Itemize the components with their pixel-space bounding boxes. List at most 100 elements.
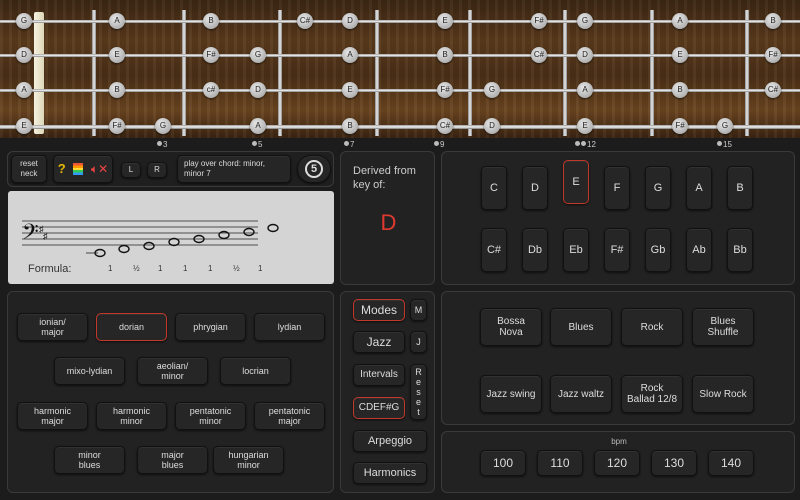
fretboard-note[interactable]: F# [203, 47, 219, 63]
scale-button[interactable]: dorian [96, 313, 167, 341]
jazz-button[interactable]: Jazz [353, 331, 405, 353]
scale-button[interactable]: pentatonic major [254, 402, 325, 430]
rhythm-button[interactable]: Rock Ballad 12/8 [621, 375, 683, 413]
reset-neck-button[interactable]: reset neck [11, 155, 47, 183]
fretboard-note[interactable]: A [16, 82, 32, 98]
bpm-button-140[interactable]: 140 [708, 450, 754, 476]
key-button-Csharp[interactable]: C# [481, 228, 507, 272]
key-button-D[interactable]: D [522, 166, 548, 210]
scale-button[interactable]: minor blues [54, 446, 125, 474]
scale-button[interactable]: major blues [137, 446, 208, 474]
help-icon[interactable]: ? [58, 162, 66, 175]
fretboard-note[interactable]: C# [765, 82, 781, 98]
fretboard-note[interactable]: B [203, 13, 219, 29]
intervals-button[interactable]: Intervals [353, 364, 405, 386]
fretboard-note[interactable]: D [484, 118, 500, 134]
fretboard-note[interactable]: F# [672, 118, 688, 134]
key-button-C[interactable]: C [481, 166, 507, 210]
fretboard-note[interactable]: E [577, 118, 593, 134]
modes-button[interactable]: Modes [353, 299, 405, 321]
bpm-button-120[interactable]: 120 [594, 450, 640, 476]
scale-button[interactable]: lydian [254, 313, 325, 341]
fretboard-note[interactable]: B [109, 82, 125, 98]
right-handed-button[interactable]: R [147, 162, 167, 178]
fretboard-note[interactable]: E [342, 82, 358, 98]
fretboard-note[interactable]: B [342, 118, 358, 134]
fretboard-note[interactable]: C# [437, 118, 453, 134]
fretboard-note[interactable]: c# [203, 82, 219, 98]
fretboard-note[interactable]: B [672, 82, 688, 98]
harmonics-button[interactable]: Harmonics [353, 462, 427, 484]
jazz-j-button[interactable]: J [410, 331, 427, 353]
string-count-button[interactable]: 5 [297, 155, 331, 183]
mute-icon[interactable]: 🔈︎✕ [91, 163, 108, 175]
modes-m-button[interactable]: M [410, 299, 427, 321]
fretboard-note[interactable]: B [765, 13, 781, 29]
bpm-button-100[interactable]: 100 [480, 450, 526, 476]
fretboard-note[interactable]: E [16, 118, 32, 134]
rhythm-button[interactable]: Rock [621, 308, 683, 346]
fretboard-note[interactable]: A [672, 13, 688, 29]
fret-marker-dot [575, 141, 580, 146]
fretboard-note[interactable]: G [717, 118, 733, 134]
reset-button[interactable]: R e s e t [410, 364, 427, 420]
fretboard-note[interactable]: E [109, 47, 125, 63]
left-handed-button[interactable]: L [121, 162, 141, 178]
rhythm-button[interactable]: Jazz waltz [550, 375, 612, 413]
scale-button[interactable]: aeolian/ minor [137, 357, 208, 385]
fretboard-note[interactable]: A [342, 47, 358, 63]
note-names-button[interactable]: CDEF#G [353, 397, 405, 419]
fretboard-note[interactable]: E [672, 47, 688, 63]
scale-button[interactable]: phrygian [175, 313, 246, 341]
rhythm-button[interactable]: Bossa Nova [480, 308, 542, 346]
key-button-G[interactable]: G [645, 166, 671, 210]
color-icon[interactable] [73, 163, 84, 175]
fretboard-note[interactable]: D [342, 13, 358, 29]
key-button-Db[interactable]: Db [522, 228, 548, 272]
fretboard-note[interactable]: F# [109, 118, 125, 134]
scale-button[interactable]: locrian [220, 357, 291, 385]
fretboard-note[interactable]: C# [531, 47, 547, 63]
fretboard-note[interactable]: F# [765, 47, 781, 63]
fretboard-note[interactable]: A [250, 118, 266, 134]
key-button-Ab[interactable]: Ab [686, 228, 712, 272]
rhythm-button[interactable]: Slow Rock [692, 375, 754, 413]
scale-button[interactable]: ionian/ major [17, 313, 88, 341]
key-button-B[interactable]: B [727, 166, 753, 210]
formula-interval: ½ [133, 264, 140, 273]
fretboard-note[interactable]: G [155, 118, 171, 134]
fretboard-note[interactable]: G [484, 82, 500, 98]
key-button-F[interactable]: F [604, 166, 630, 210]
scale-button[interactable]: pentatonic minor [175, 402, 246, 430]
app-window: reset neck ? 🔈︎✕ L R play over chord: mi… [0, 0, 800, 500]
fretboard-note[interactable]: F# [437, 82, 453, 98]
fretboard-note[interactable]: D [250, 82, 266, 98]
fretboard-note[interactable]: D [16, 47, 32, 63]
key-button-Gb[interactable]: Gb [645, 228, 671, 272]
rhythm-button[interactable]: Jazz swing [480, 375, 542, 413]
fretboard-note[interactable]: C# [297, 13, 313, 29]
key-button-E[interactable]: E [563, 160, 589, 204]
key-button-A[interactable]: A [686, 166, 712, 210]
key-button-Eb[interactable]: Eb [563, 228, 589, 272]
scale-button[interactable]: harmonic minor [96, 402, 167, 430]
fretboard-note[interactable]: F# [531, 13, 547, 29]
fretboard-note[interactable]: D [577, 47, 593, 63]
fretboard-note[interactable]: A [109, 13, 125, 29]
fretboard-note[interactable]: E [437, 13, 453, 29]
scale-button[interactable]: hungarian minor [213, 446, 284, 474]
arpeggio-button[interactable]: Arpeggio [353, 430, 427, 452]
fretboard-note[interactable]: G [16, 13, 32, 29]
scale-button[interactable]: mixo-lydian [54, 357, 125, 385]
bpm-button-110[interactable]: 110 [537, 450, 583, 476]
bpm-button-130[interactable]: 130 [651, 450, 697, 476]
key-button-Fsharp[interactable]: F# [604, 228, 630, 272]
fretboard-note[interactable]: A [577, 82, 593, 98]
rhythm-button[interactable]: Blues [550, 308, 612, 346]
key-button-Bb[interactable]: Bb [727, 228, 753, 272]
fretboard-note[interactable]: G [577, 13, 593, 29]
rhythm-button[interactable]: Blues Shuffle [692, 308, 754, 346]
fretboard-note[interactable]: B [437, 47, 453, 63]
fretboard-note[interactable]: G [250, 47, 266, 63]
scale-button[interactable]: harmonic major [17, 402, 88, 430]
